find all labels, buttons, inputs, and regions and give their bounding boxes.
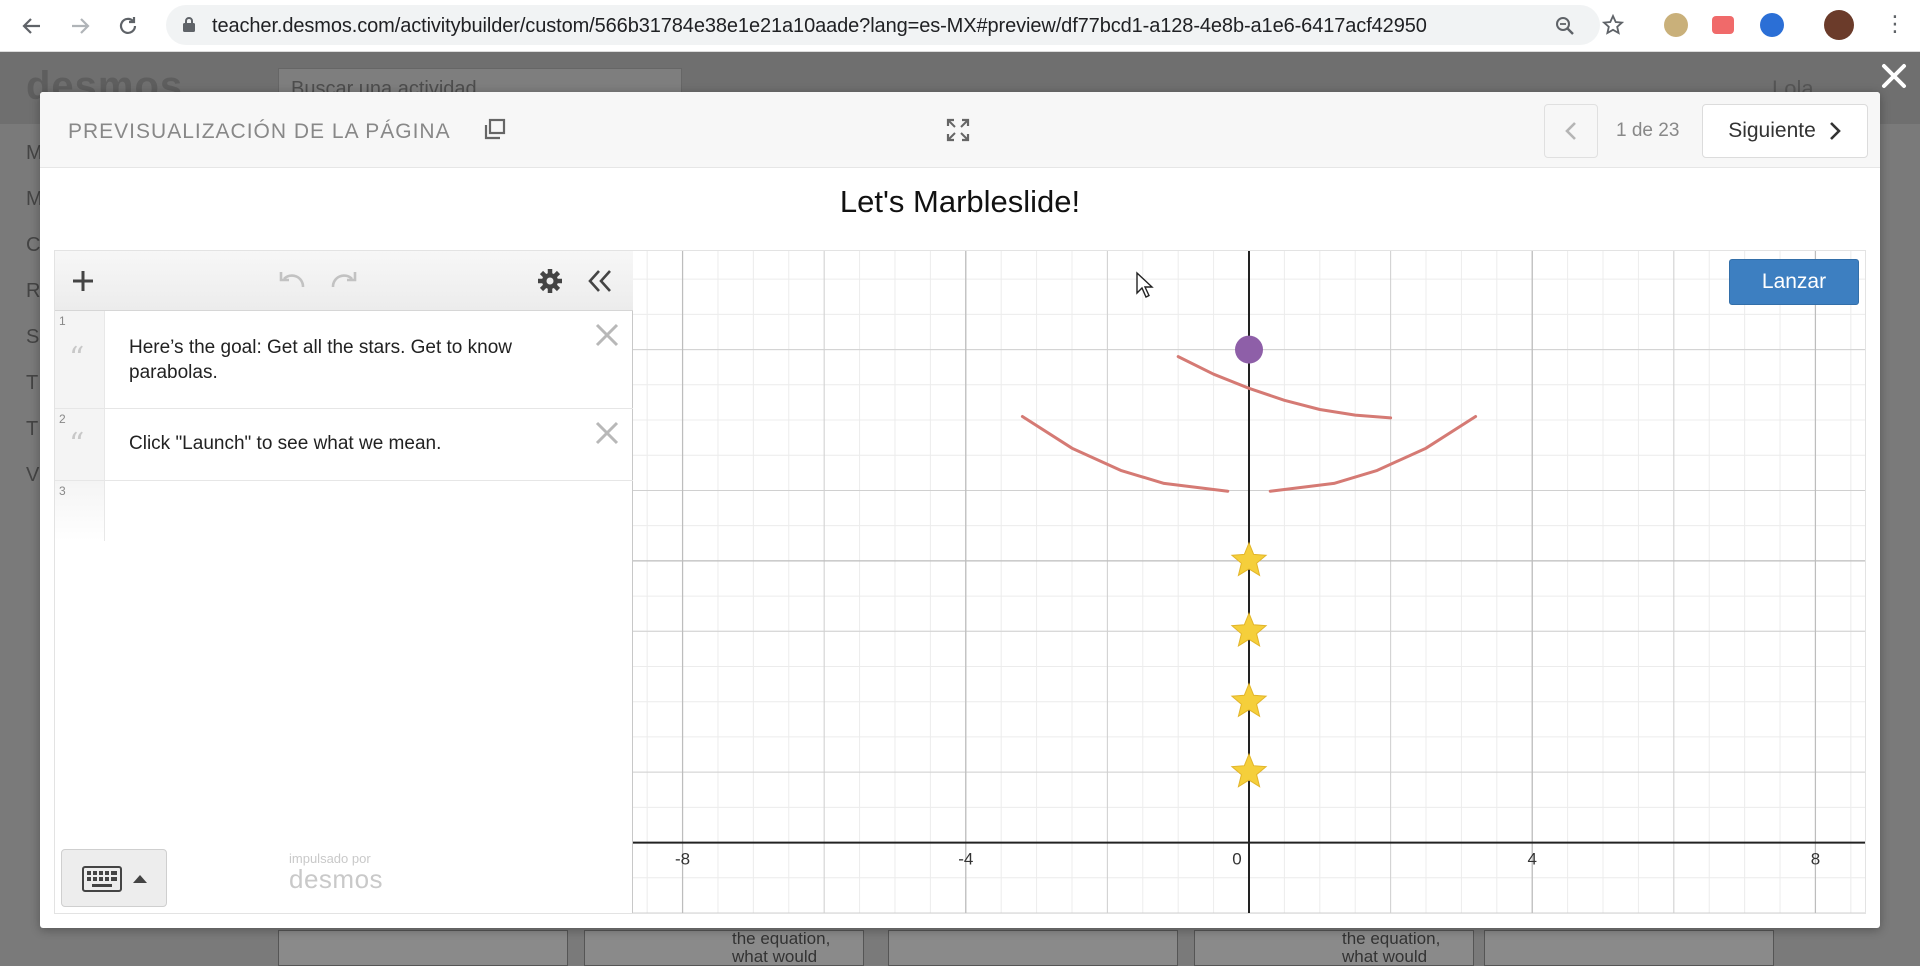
bg-sidebar-letter: T xyxy=(26,372,39,394)
powered-by-desmos: impulsado por desmos xyxy=(289,851,409,895)
reload-icon xyxy=(119,17,137,34)
browser-toolbar: teacher.desmos.com/activitybuilder/custo… xyxy=(0,0,1920,52)
bg-thumbnails: the equation, what would the equation, wha… xyxy=(278,930,1778,966)
row-number: 1 xyxy=(59,314,66,328)
bg-thumbnail xyxy=(278,930,568,966)
bg-sidebar-letter: R xyxy=(26,280,41,302)
settings-gear-icon[interactable] xyxy=(537,268,563,294)
bg-thumb-text: the equation, what would xyxy=(1342,929,1441,966)
page-title: Let's Marbleslide! xyxy=(839,184,1081,219)
undo-icon[interactable] xyxy=(277,269,307,291)
reload-button[interactable] xyxy=(112,10,144,42)
row-gutter: 1 “ xyxy=(55,311,105,408)
zoom-icon[interactable] xyxy=(1554,15,1576,37)
bg-sidebar-letter: T xyxy=(26,418,39,440)
page-count: 1 de 23 xyxy=(1616,120,1680,141)
graphing-calculator: 1 “ Here’s the goal: Get all the stars. … xyxy=(54,250,1866,914)
bookmark-star-icon[interactable] xyxy=(1602,14,1624,36)
preview-modal: PREVISUALIZACIÓN DE LA PÁGINA 1 de 23 Si… xyxy=(40,92,1880,928)
expression-panel: 1 “ Here’s the goal: Get all the stars. … xyxy=(55,251,633,913)
chevron-left-icon xyxy=(1565,122,1576,140)
delete-expression-icon[interactable] xyxy=(593,321,621,349)
preview-label: PREVISUALIZACIÓN DE LA PÁGINA xyxy=(68,120,451,143)
launch-button[interactable]: Lanzar xyxy=(1729,259,1859,305)
mouse-cursor-icon xyxy=(1136,271,1154,298)
profile-avatar[interactable] xyxy=(1824,10,1854,40)
bg-sidebar-letter: S xyxy=(26,326,40,348)
kebab-menu-icon[interactable]: ⋮ xyxy=(1884,12,1906,37)
bg-sidebar-letter: C xyxy=(26,234,41,256)
x-tick-label: 8 xyxy=(1811,850,1820,869)
modal-header: PREVISUALIZACIÓN DE LA PÁGINA 1 de 23 Si… xyxy=(40,92,1880,168)
row-number: 3 xyxy=(59,484,66,498)
expression-row[interactable]: 3 xyxy=(55,481,633,541)
expression-toolbar xyxy=(55,251,633,311)
x-tick-label: -4 xyxy=(958,850,973,869)
next-page-button[interactable]: Siguiente xyxy=(1702,104,1868,158)
expression-row[interactable]: 2 “ Click "Launch" to see what we mean. xyxy=(55,409,633,481)
graph-canvas[interactable]: -8 -4 0 4 8 xyxy=(633,251,1865,913)
address-bar[interactable]: teacher.desmos.com/activitybuilder/custo… xyxy=(166,5,1600,45)
forward-button[interactable] xyxy=(64,10,96,42)
arrow-right-icon xyxy=(72,18,90,34)
keypad-toggle-button[interactable] xyxy=(61,849,167,907)
keyboard-icon xyxy=(82,866,122,892)
caret-up-icon xyxy=(133,875,147,883)
popout-icon[interactable] xyxy=(484,118,506,140)
next-label: Siguiente xyxy=(1728,119,1816,142)
chevron-right-icon xyxy=(1829,122,1841,140)
extension-icon[interactable] xyxy=(1760,13,1784,37)
fullscreen-icon[interactable] xyxy=(946,118,970,142)
previous-page-button[interactable] xyxy=(1544,104,1598,158)
extension-icon[interactable] xyxy=(1664,13,1688,37)
marble-point xyxy=(1235,335,1263,364)
x-tick-label: 4 xyxy=(1527,850,1536,869)
back-button[interactable] xyxy=(16,10,48,42)
bg-thumbnail xyxy=(1484,930,1774,966)
redo-icon[interactable] xyxy=(329,269,359,291)
row-number: 2 xyxy=(59,412,66,426)
close-modal-button[interactable] xyxy=(1880,62,1908,90)
note-quote-icon: “ xyxy=(69,341,85,376)
extension-icon[interactable] xyxy=(1712,16,1734,34)
curve-parabola-lower-right xyxy=(1268,415,1478,493)
lock-icon xyxy=(183,17,195,32)
delete-expression-icon[interactable] xyxy=(593,419,621,447)
x-tick-label: -8 xyxy=(675,850,690,869)
row-gutter: 3 xyxy=(55,481,105,541)
arrow-left-icon xyxy=(22,18,40,34)
graph-paper[interactable]: -8 -4 0 4 8 Lanzar xyxy=(633,251,1865,913)
add-expression-icon[interactable] xyxy=(71,269,95,293)
bg-thumbnail xyxy=(888,930,1178,966)
note-text[interactable]: Here’s the goal: Get all the stars. Get … xyxy=(129,335,569,385)
collapse-panel-icon[interactable] xyxy=(587,269,613,293)
x-tick-label: 0 xyxy=(1232,850,1241,869)
url-text[interactable]: teacher.desmos.com/activitybuilder/custo… xyxy=(212,15,1427,38)
note-quote-icon: “ xyxy=(69,427,85,462)
bg-sidebar-letter: V xyxy=(26,464,40,486)
curve-parabola-lower-left xyxy=(1020,415,1230,493)
desmos-logo: desmos xyxy=(289,864,384,894)
row-gutter: 2 “ xyxy=(55,409,105,480)
note-text[interactable]: Click "Launch" to see what we mean. xyxy=(129,431,569,456)
bg-thumb-text: the equation, what would xyxy=(732,929,831,966)
expression-row[interactable]: 1 “ Here’s the goal: Get all the stars. … xyxy=(55,311,633,409)
